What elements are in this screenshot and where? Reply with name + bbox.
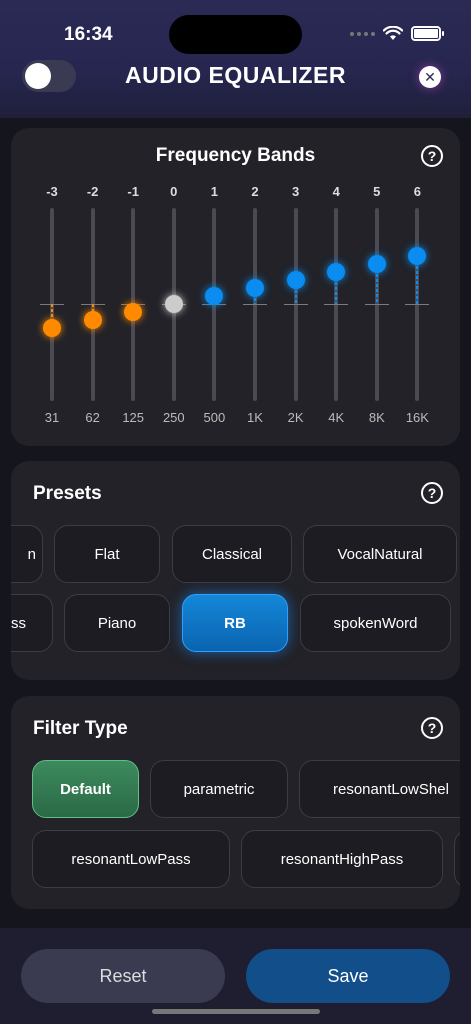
presets-help-icon[interactable]: ?: [421, 482, 443, 504]
band-zero-line: [324, 304, 349, 305]
band-slider-500[interactable]: 1 500: [194, 128, 234, 428]
band-slider-8k[interactable]: 5 8K: [357, 128, 397, 428]
preset-chip-vocalnatural[interactable]: VocalNatural: [303, 525, 457, 583]
band-slider-2k[interactable]: 3 2K: [276, 128, 316, 428]
filter-chip-resonantlowpass[interactable]: resonantLowPass: [32, 830, 230, 888]
close-button[interactable]: ✕: [419, 66, 441, 88]
filter-chip-resonanthighpass[interactable]: resonantHighPass: [241, 830, 443, 888]
band-slider-125[interactable]: -1 125: [113, 128, 153, 428]
filter-type-help-icon[interactable]: ?: [421, 717, 443, 739]
band-slider-16k[interactable]: 6 16K: [397, 128, 437, 428]
preset-chip-classical[interactable]: Classical: [172, 525, 292, 583]
presets-card: Presets ? n Flat Classical VocalNatural …: [11, 461, 460, 680]
battery-icon: [411, 26, 444, 41]
filter-type-title: Filter Type: [33, 718, 128, 739]
band-handle[interactable]: [43, 319, 61, 337]
band-frequency-label: 1K: [247, 410, 263, 425]
band-handle[interactable]: [408, 247, 427, 265]
band-gain-label: 2: [251, 184, 259, 199]
band-slider-62[interactable]: -2 62: [73, 128, 113, 428]
band-frequency-label: 250: [162, 410, 185, 425]
band-frequency-label: 4K: [328, 410, 345, 425]
band-handle[interactable]: [164, 295, 183, 313]
band-gain-label: 3: [291, 184, 300, 199]
band-frequency-label: 16K: [405, 410, 429, 425]
band-gain-label: -1: [127, 184, 139, 199]
save-button[interactable]: Save: [246, 949, 450, 1003]
band-gain-label: 5: [373, 184, 381, 199]
band-zero-line: [243, 304, 267, 305]
band-handle[interactable]: [124, 303, 143, 321]
presets-title: Presets: [33, 483, 102, 504]
status-time: 16:34: [64, 24, 113, 45]
preset-chip-spokenword[interactable]: spokenWord: [300, 594, 451, 652]
band-slider-4k[interactable]: 4 4K: [316, 128, 356, 428]
band-handle[interactable]: [286, 271, 305, 289]
filter-chip[interactable]: [454, 830, 460, 888]
band-frequency-label: 500: [203, 410, 226, 425]
band-handle[interactable]: [205, 287, 224, 305]
filter-chip-parametric[interactable]: parametric: [150, 760, 288, 818]
band-zero-line: [283, 304, 308, 305]
band-slider-250[interactable]: 0 250: [154, 128, 194, 428]
filter-chip-resonantlowshelf[interactable]: resonantLowShel: [299, 760, 460, 818]
bottom-bar: Reset Save: [0, 928, 471, 1024]
band-handle[interactable]: [83, 311, 102, 329]
band-zero-line: [364, 304, 389, 305]
band-handle[interactable]: [327, 263, 346, 281]
preset-chip[interactable]: ss: [11, 594, 53, 652]
band-frequency-label: 31: [44, 410, 60, 425]
band-frequency-label: 2K: [287, 410, 304, 425]
band-frequency-label: 8K: [368, 410, 385, 425]
band-zero-line: [405, 304, 430, 305]
band-gain-label: 4: [332, 184, 340, 199]
header-bar: 16:34 AUDIO EQUALIZER ✕: [0, 0, 471, 118]
band-gain-label: 1: [210, 184, 218, 199]
page-title: AUDIO EQUALIZER: [125, 62, 346, 88]
wifi-icon: [383, 26, 403, 40]
reset-button[interactable]: Reset: [21, 949, 225, 1003]
band-slider-1k[interactable]: 2 1K: [235, 128, 275, 428]
band-frequency-label: 62: [85, 410, 100, 425]
band-gain-label: 0: [170, 184, 178, 199]
band-handle[interactable]: [246, 279, 264, 297]
filter-chip-default[interactable]: Default: [32, 760, 139, 818]
band-gain-label: -2: [86, 184, 99, 199]
preset-chip-rb[interactable]: RB: [182, 594, 288, 652]
home-indicator: [152, 1009, 320, 1014]
status-icons: [350, 26, 444, 41]
band-slider-31[interactable]: -3 31: [32, 128, 72, 428]
frequency-bands-card: Frequency Bands ? -3 31 -2 62 -1 125 0 250 1 500 2…: [11, 128, 460, 446]
band-frequency-label: 125: [122, 410, 145, 425]
band-gain-label: -3: [46, 184, 58, 199]
cellular-signal-icon: [350, 31, 375, 36]
preset-chip[interactable]: n: [11, 525, 43, 583]
band-gain-label: 6: [413, 184, 421, 199]
band-handle[interactable]: [367, 255, 386, 273]
filter-type-card: Filter Type ? Default parametric resonan…: [11, 696, 460, 909]
dynamic-island: [169, 15, 302, 54]
preset-chip-flat[interactable]: Flat: [54, 525, 160, 583]
preset-chip-piano[interactable]: Piano: [64, 594, 170, 652]
